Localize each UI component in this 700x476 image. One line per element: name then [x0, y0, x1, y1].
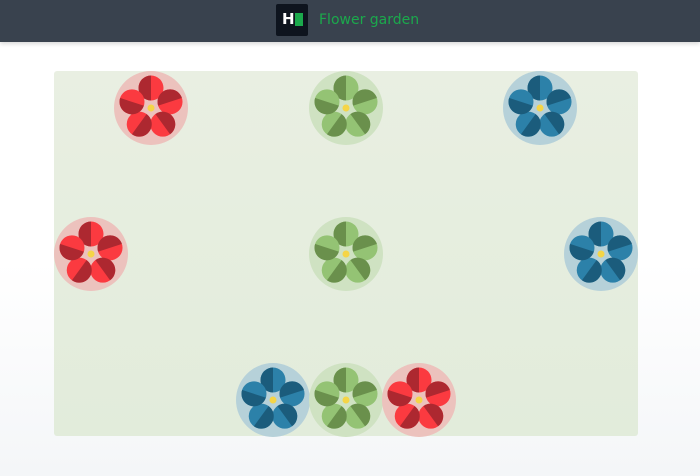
flower-red[interactable] [54, 217, 128, 291]
flower-graphic [503, 71, 577, 145]
flower-center [342, 104, 350, 112]
flower-red[interactable] [382, 363, 456, 437]
flower-graphic [382, 363, 456, 437]
flower-center [536, 104, 544, 112]
flower-graphic [309, 71, 383, 145]
flower-center [342, 250, 350, 258]
flower-graphic [309, 363, 383, 437]
flower-blue[interactable] [564, 217, 638, 291]
flower-center [269, 396, 277, 404]
flower-graphic [114, 71, 188, 145]
flower-blue[interactable] [236, 363, 310, 437]
flower-center [147, 104, 155, 112]
logo-green-block [295, 13, 303, 26]
flower-center [597, 250, 605, 258]
logo-letter: H [282, 10, 295, 28]
flower-graphic [309, 217, 383, 291]
flower-green[interactable] [309, 363, 383, 437]
flower-center [342, 396, 350, 404]
flower-red[interactable] [114, 71, 188, 145]
flower-graphic [564, 217, 638, 291]
flower-green[interactable] [309, 71, 383, 145]
flower-graphic [236, 363, 310, 437]
flower-garden [54, 71, 638, 437]
flower-blue[interactable] [503, 71, 577, 145]
flower-green[interactable] [309, 217, 383, 291]
flower-graphic [54, 217, 128, 291]
flower-center [415, 396, 423, 404]
flower-center [87, 250, 95, 258]
page-title: Flower garden [319, 12, 420, 28]
top-navigation-bar: H Flower garden [0, 0, 700, 42]
hackerrank-logo[interactable]: H [276, 4, 308, 36]
